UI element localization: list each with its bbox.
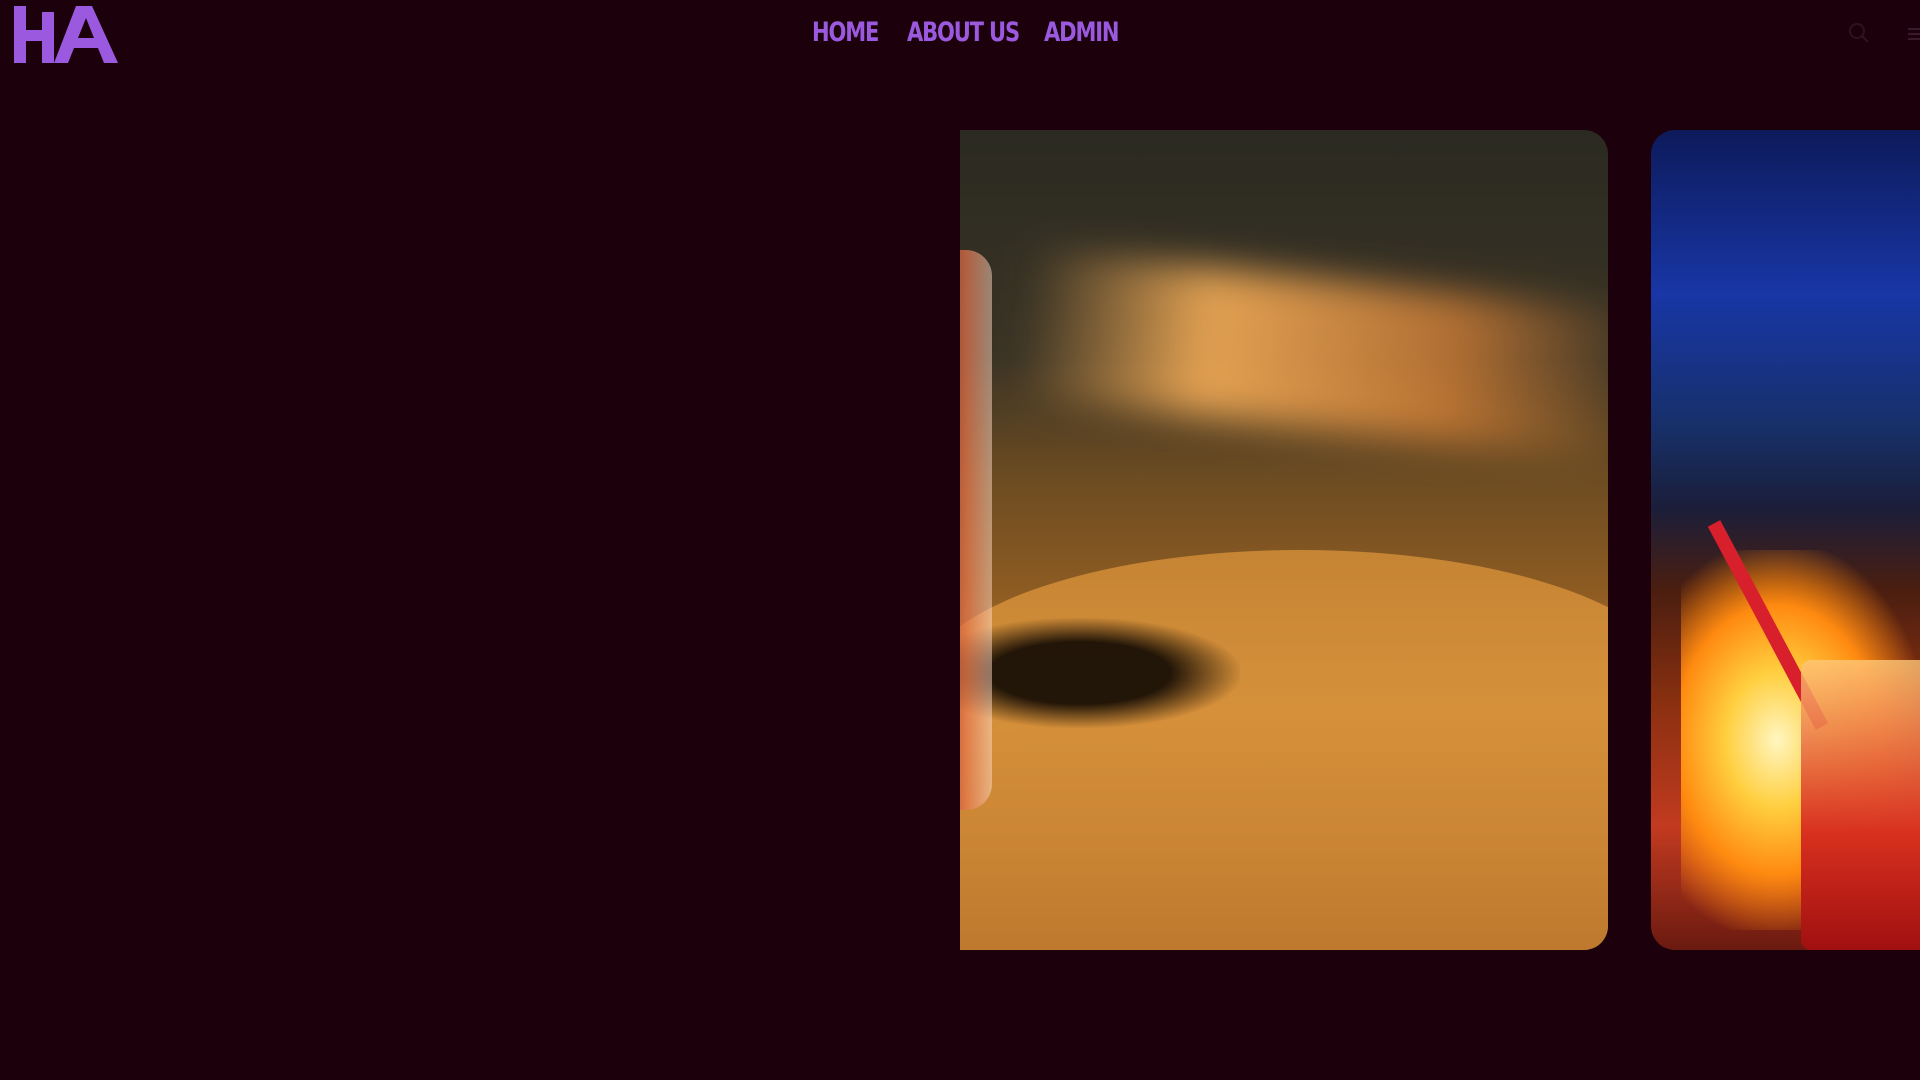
nav-admin-link[interactable]: ADMIN — [1044, 17, 1120, 48]
image-carousel[interactable] — [0, 130, 1920, 950]
wooden-table-image — [960, 550, 1608, 950]
search-button[interactable] — [1845, 20, 1873, 48]
page: HA HOME ABOUT US ADMIN — [0, 0, 1920, 1080]
menu-icon[interactable] — [1900, 28, 1920, 42]
glass-shadow-image — [960, 618, 1240, 728]
logo-mark-icon: HA — [14, 6, 118, 63]
fire-cocktail-image — [1801, 660, 1920, 950]
search-icon — [1849, 22, 1869, 43]
carousel-slide-cocktail-table[interactable] — [960, 130, 1608, 950]
carousel-slide-fire-cocktail[interactable] — [1651, 130, 1920, 950]
site-header: HA HOME ABOUT US ADMIN — [0, 0, 1920, 70]
nav-about-link[interactable]: ABOUT US — [907, 17, 1020, 48]
main-nav: HOME ABOUT US ADMIN — [812, 12, 1120, 52]
site-logo[interactable]: HA — [14, 6, 118, 63]
cocktail-glass-image — [960, 250, 992, 810]
nav-home-link[interactable]: HOME — [812, 17, 879, 48]
light-beam-image — [1013, 248, 1608, 462]
